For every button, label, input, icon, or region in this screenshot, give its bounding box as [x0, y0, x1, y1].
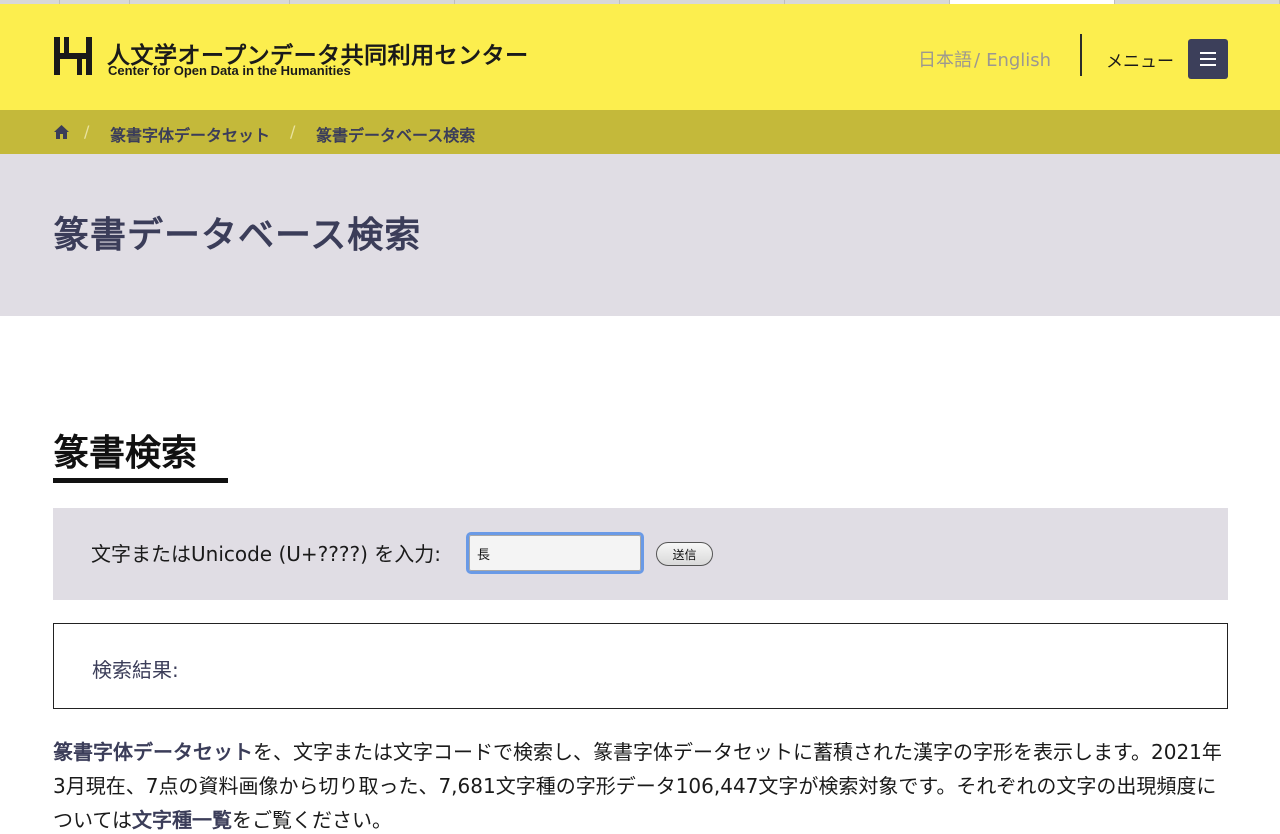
breadcrumb-separator: /: [84, 122, 90, 141]
language-switcher: 日本語 / English: [918, 46, 1051, 72]
breadcrumb-item-current: 篆書データベース検索: [316, 126, 476, 145]
header-divider: [1080, 34, 1082, 76]
menu-button[interactable]: [1188, 39, 1228, 79]
site-title-en[interactable]: Center for Open Data in the Humanities: [108, 63, 351, 78]
submit-button[interactable]: 送信: [656, 542, 713, 566]
dataset-link[interactable]: 篆書字体データセット: [53, 740, 253, 764]
lang-japanese: 日本語: [918, 50, 972, 71]
breadcrumb: / 篆書字体データセット / 篆書データベース検索: [0, 110, 1280, 154]
page-title: 篆書データベース検索: [53, 215, 422, 256]
page-title-banner: 篆書データベース検索: [0, 154, 1280, 316]
site-header: 人文学オープンデータ共同利用センター Center for Open Data …: [0, 4, 1280, 110]
lang-separator: /: [974, 50, 981, 71]
heading-underline: [53, 478, 228, 483]
description-tail: をご覧ください。: [232, 808, 392, 832]
codh-logo-icon[interactable]: [54, 37, 92, 75]
home-icon[interactable]: [54, 125, 69, 139]
results-label: 検索結果:: [92, 658, 179, 682]
search-results-box: 検索結果:: [53, 623, 1228, 709]
search-input[interactable]: [466, 532, 644, 574]
character-list-link[interactable]: 文字種一覧: [132, 808, 232, 832]
section-heading: 篆書検索: [53, 433, 198, 474]
menu-label[interactable]: メニュー: [1106, 47, 1174, 72]
description-text: 篆書字体データセットを、文字または文字コードで検索し、篆書字体データセットに蓄積…: [53, 735, 1233, 834]
search-panel: 文字またはUnicode (U+????) を入力: 送信: [53, 508, 1228, 600]
search-label: 文字またはUnicode (U+????) を入力:: [91, 542, 442, 566]
breadcrumb-separator: /: [290, 122, 296, 141]
breadcrumb-item-dataset[interactable]: 篆書字体データセット: [110, 122, 270, 146]
lang-english-link[interactable]: English: [986, 50, 1051, 71]
